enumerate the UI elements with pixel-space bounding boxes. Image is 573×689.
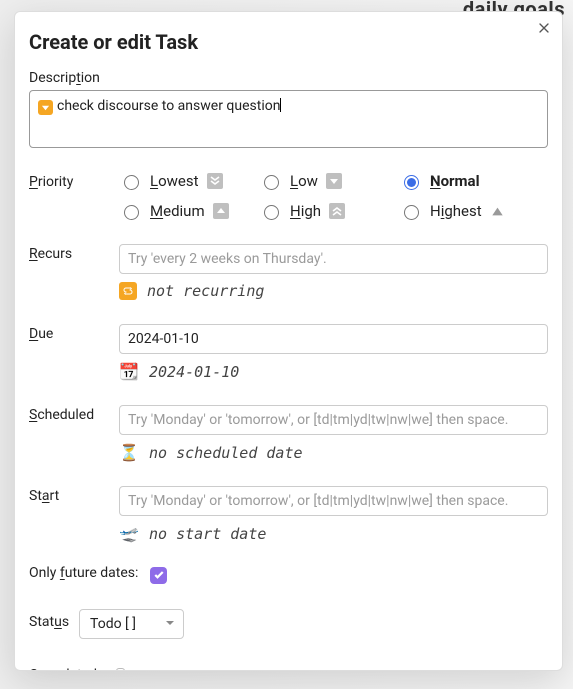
modal-title: Create or edit Task — [29, 30, 548, 54]
priority-low[interactable]: Low — [259, 172, 399, 190]
completed-checkbox[interactable] — [116, 668, 125, 672]
close-icon[interactable] — [536, 20, 552, 40]
down-icon — [326, 173, 342, 189]
up-icon — [213, 203, 229, 219]
done-on-label: Done on: — [381, 670, 436, 671]
priority-medium[interactable]: Medium — [119, 202, 259, 220]
description-text: check discourse to answer question — [57, 98, 280, 114]
only-future-checkbox[interactable] — [150, 567, 167, 584]
only-future-label: Only future dates: — [29, 565, 138, 581]
plane-icon: 🛫 — [119, 524, 139, 543]
priority-lowest[interactable]: Lowest — [119, 172, 259, 190]
recurs-hint: not recurring — [119, 282, 548, 300]
scheduled-input[interactable] — [119, 405, 548, 435]
recurs-input[interactable] — [119, 244, 548, 274]
priority-high[interactable]: High — [259, 202, 399, 220]
priority-label: Priority — [29, 172, 119, 190]
scheduled-label: Scheduled — [29, 405, 119, 423]
start-hint: 🛫 no start date — [119, 524, 548, 543]
status-label: Status — [29, 614, 69, 630]
task-modal: Create or edit Task Description check di… — [14, 11, 563, 671]
created-on-label: Created on: — [155, 670, 226, 671]
description-input[interactable]: check discourse to answer question — [29, 90, 548, 148]
done-on-value: no done date — [440, 668, 548, 671]
status-select[interactable]: Todo [ ] — [79, 609, 184, 639]
triangle-up-icon — [490, 203, 506, 219]
scheduled-hint: ⏳ no scheduled date — [119, 443, 548, 462]
priority-highest[interactable]: Highest — [399, 202, 549, 220]
created-on-value: no created date — [230, 668, 365, 671]
due-input[interactable] — [119, 324, 548, 354]
status-value: Todo [ ] — [90, 616, 136, 632]
recurs-label: Recurs — [29, 244, 119, 262]
completed-label: Completed: — [29, 667, 100, 671]
double-down-icon — [207, 173, 223, 189]
due-label: Due — [29, 324, 119, 342]
priority-marker-icon — [38, 100, 53, 115]
priority-normal[interactable]: Normal — [399, 172, 549, 190]
due-hint: 📆 2024-01-10 — [119, 362, 548, 381]
start-input[interactable] — [119, 486, 548, 516]
calendar-icon: 📆 — [119, 362, 139, 381]
repeat-icon — [119, 282, 137, 300]
description-label: Description — [29, 70, 548, 86]
chevron-down-icon — [165, 616, 175, 632]
hourglass-icon: ⏳ — [119, 443, 139, 462]
start-label: Start — [29, 486, 119, 504]
double-up-icon — [329, 203, 345, 219]
